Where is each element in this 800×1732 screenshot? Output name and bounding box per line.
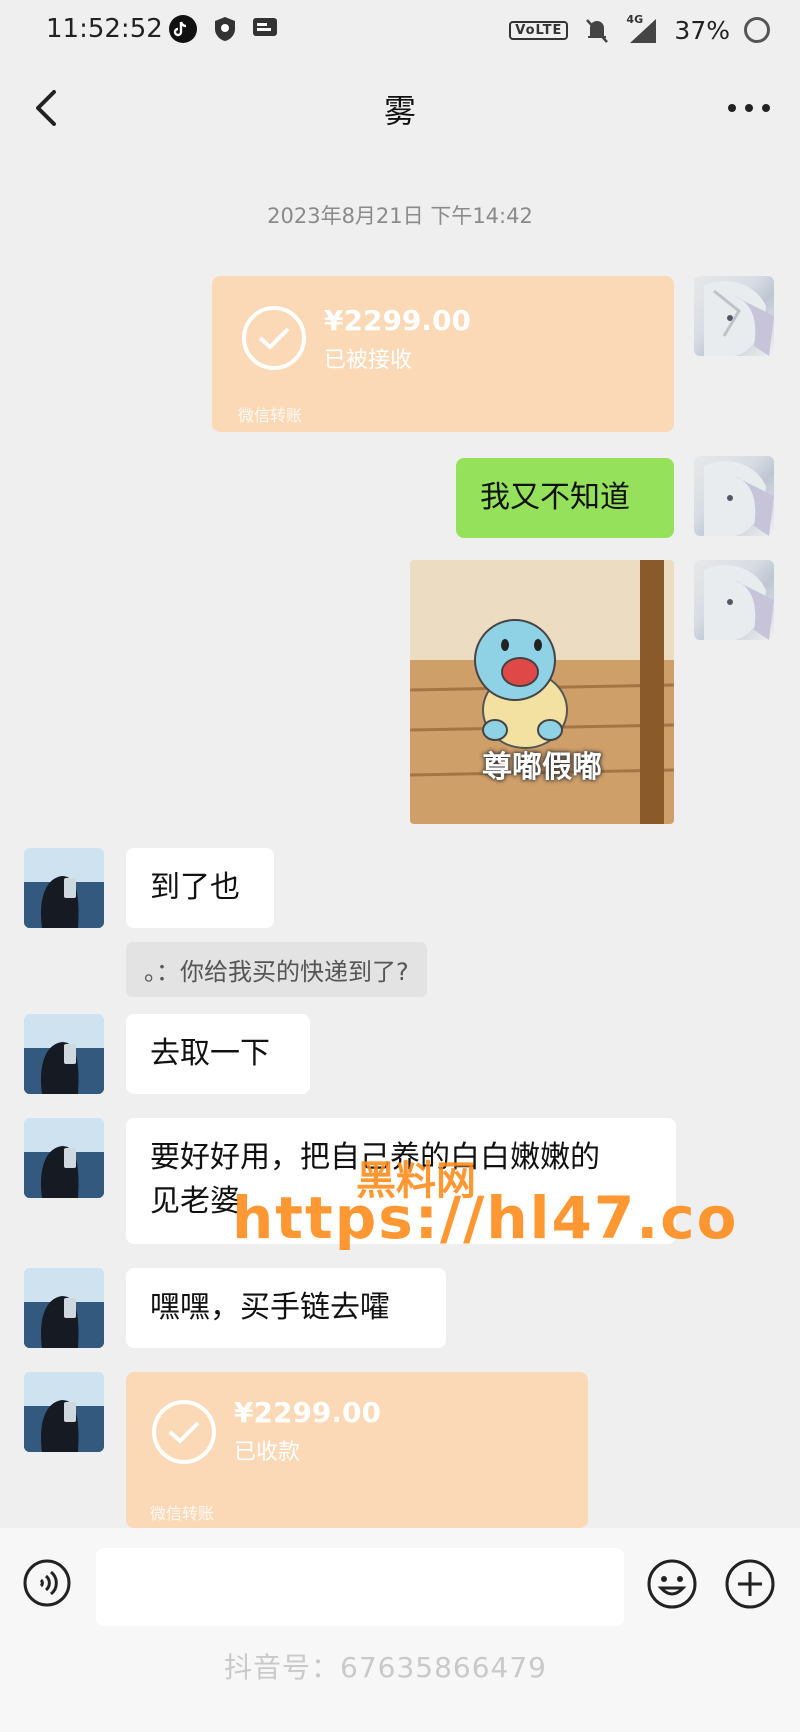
contact-message-bubble[interactable]: 到了也 [126,848,274,928]
status-right: VoLTE 4G 37% [509,12,770,48]
contact-avatar[interactable] [24,848,104,928]
contact-message-bubble[interactable]: 嘿嘿，买手链去嚯 [126,1268,446,1348]
sticker-image[interactable]: 尊嘟假嘟 [410,560,674,824]
plus-icon[interactable] [724,1558,776,1610]
contact-avatar-photo [24,848,104,928]
self-message-bubble[interactable]: 我又不知道 [456,458,674,538]
transfer-status: 已收款 [234,1440,301,1465]
contact-avatar-photo [24,1268,104,1348]
more-dots-icon[interactable] [728,104,770,114]
status-bar: 11:52:52 VoLTE 4G 37% [0,0,800,60]
douyin-id-watermark: 抖音号：67635866479 [224,1651,547,1684]
transfer-amount: ¥2299.00 [234,1396,382,1429]
chat-header: 雾 [0,60,800,156]
self-avatar[interactable] [694,276,774,356]
contact-message-bubble[interactable]: 去取一下 [126,1014,310,1094]
transfer-sent-card[interactable]: ¥2299.00 已被接收 微信转账 [212,276,674,432]
chat-title: 雾 [383,92,416,130]
tiktok-icon [169,15,197,43]
transfer-footer: 微信转账 [238,406,303,425]
self-avatar[interactable] [694,456,774,536]
quoted-message[interactable]: 。：你给我买的快递到了? [126,942,427,997]
shield-icon [215,17,235,41]
input-bar: 抖音号：67635866479 [0,1528,800,1732]
emoji-icon[interactable] [646,1558,698,1610]
contact-avatar-photo [24,1118,104,1198]
self-avatar-illustration [704,281,774,356]
message-input[interactable] [96,1548,624,1626]
sticker-caption: 尊嘟假嘟 [482,750,602,785]
network-type-label: 4G [626,13,644,26]
self-avatar-illustration [704,565,774,640]
message-notification-icon [253,18,277,36]
transfer-amount: ¥2299.00 [324,304,472,337]
battery-icon [744,17,770,43]
contact-avatar[interactable] [24,1268,104,1348]
self-avatar-illustration [704,461,774,536]
contact-avatar-photo [24,1372,104,1452]
signal-indicator: 4G [626,13,660,45]
check-circle-icon [152,1400,216,1464]
self-avatar[interactable] [694,560,774,640]
mute-bell-icon [586,19,609,43]
transfer-received-card[interactable]: ¥2299.00 已收款 微信转账 [126,1372,588,1528]
contact-avatar[interactable] [24,1118,104,1198]
watermark-url: https://hl47.co [232,1184,739,1252]
volte-badge: VoLTE [509,20,569,40]
contact-avatar-photo [24,1014,104,1094]
message-timestamp: 2023年8月21日 下午14:42 [267,204,533,228]
battery-percentage: 37% [674,15,730,45]
contact-avatar[interactable] [24,1372,104,1452]
transfer-status: 已被接收 [324,348,413,373]
voice-icon[interactable] [22,1558,72,1608]
status-time: 11:52:52 [46,14,163,44]
transfer-footer: 微信转账 [150,1504,215,1523]
contact-avatar[interactable] [24,1014,104,1094]
check-circle-icon [242,306,306,370]
